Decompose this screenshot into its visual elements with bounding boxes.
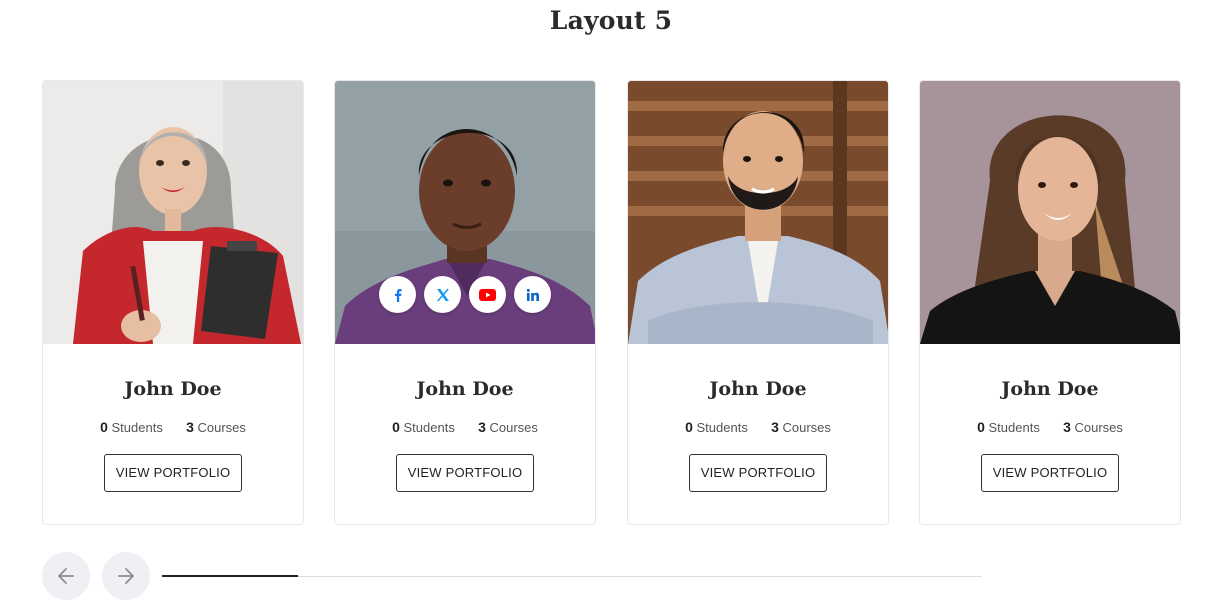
instructor-card: John Doe 0 Students 3 Courses VIEW PORTF… bbox=[627, 80, 889, 525]
instructor-name: John Doe bbox=[124, 378, 222, 400]
students-count: 0 bbox=[392, 419, 400, 435]
courses-count: 3 bbox=[771, 419, 779, 435]
instructor-stats: 0 Students 3 Courses bbox=[920, 418, 1180, 436]
instructor-photo[interactable] bbox=[335, 81, 595, 344]
linkedin-icon bbox=[526, 288, 539, 301]
instructor-card: John Doe 0 Students 3 Courses VIEW PORTF… bbox=[334, 80, 596, 525]
facebook-icon bbox=[394, 288, 402, 302]
instructor-name: John Doe bbox=[1001, 378, 1099, 400]
x-link[interactable] bbox=[424, 276, 461, 313]
view-portfolio-button[interactable]: VIEW PORTFOLIO bbox=[104, 454, 242, 492]
youtube-link[interactable] bbox=[469, 276, 506, 313]
social-links bbox=[379, 276, 551, 313]
slider-prev-button[interactable] bbox=[42, 552, 90, 600]
students-label: Students bbox=[403, 420, 455, 435]
courses-label: Courses bbox=[489, 420, 538, 435]
instructor-photo[interactable] bbox=[43, 81, 303, 344]
view-portfolio-button[interactable]: VIEW PORTFOLIO bbox=[981, 454, 1119, 492]
youtube-icon bbox=[479, 288, 496, 301]
view-portfolio-button[interactable]: VIEW PORTFOLIO bbox=[689, 454, 827, 492]
students-count: 0 bbox=[685, 419, 693, 435]
facebook-link[interactable] bbox=[379, 276, 416, 313]
instructor-stats: 0 Students 3 Courses bbox=[335, 418, 595, 436]
instructor-card: John Doe 0 Students 3 Courses VIEW PORTF… bbox=[919, 80, 1181, 525]
students-label: Students bbox=[696, 420, 748, 435]
students-count: 0 bbox=[100, 419, 108, 435]
instructor-card: John Doe 0 Students 3 Courses VIEW PORTF… bbox=[42, 80, 304, 525]
instructor-stats: 0 Students 3 Courses bbox=[628, 418, 888, 436]
students-count: 0 bbox=[977, 419, 985, 435]
instructor-photo[interactable] bbox=[920, 81, 1180, 344]
linkedin-link[interactable] bbox=[514, 276, 551, 313]
section-title: Layout 5 bbox=[549, 6, 673, 35]
courses-count: 3 bbox=[478, 419, 486, 435]
courses-count: 3 bbox=[186, 419, 194, 435]
students-label: Students bbox=[988, 420, 1040, 435]
arrow-left-icon bbox=[58, 568, 74, 584]
instructor-name: John Doe bbox=[709, 378, 807, 400]
students-label: Students bbox=[111, 420, 163, 435]
instructor-name: John Doe bbox=[416, 378, 514, 400]
page: Layout 5 John Doe 0 Students 3 Courses V… bbox=[0, 0, 1215, 605]
slider-next-button[interactable] bbox=[102, 552, 150, 600]
view-portfolio-button[interactable]: VIEW PORTFOLIO bbox=[396, 454, 534, 492]
slider-progress-fill bbox=[162, 575, 299, 577]
arrow-right-icon bbox=[118, 568, 134, 584]
courses-count: 3 bbox=[1063, 419, 1071, 435]
courses-label: Courses bbox=[782, 420, 831, 435]
instructor-photo[interactable] bbox=[628, 81, 888, 344]
instructor-stats: 0 Students 3 Courses bbox=[43, 418, 303, 436]
courses-label: Courses bbox=[1074, 420, 1123, 435]
x-icon bbox=[436, 287, 449, 302]
courses-label: Courses bbox=[197, 420, 246, 435]
slider-progress-track[interactable] bbox=[162, 575, 982, 577]
